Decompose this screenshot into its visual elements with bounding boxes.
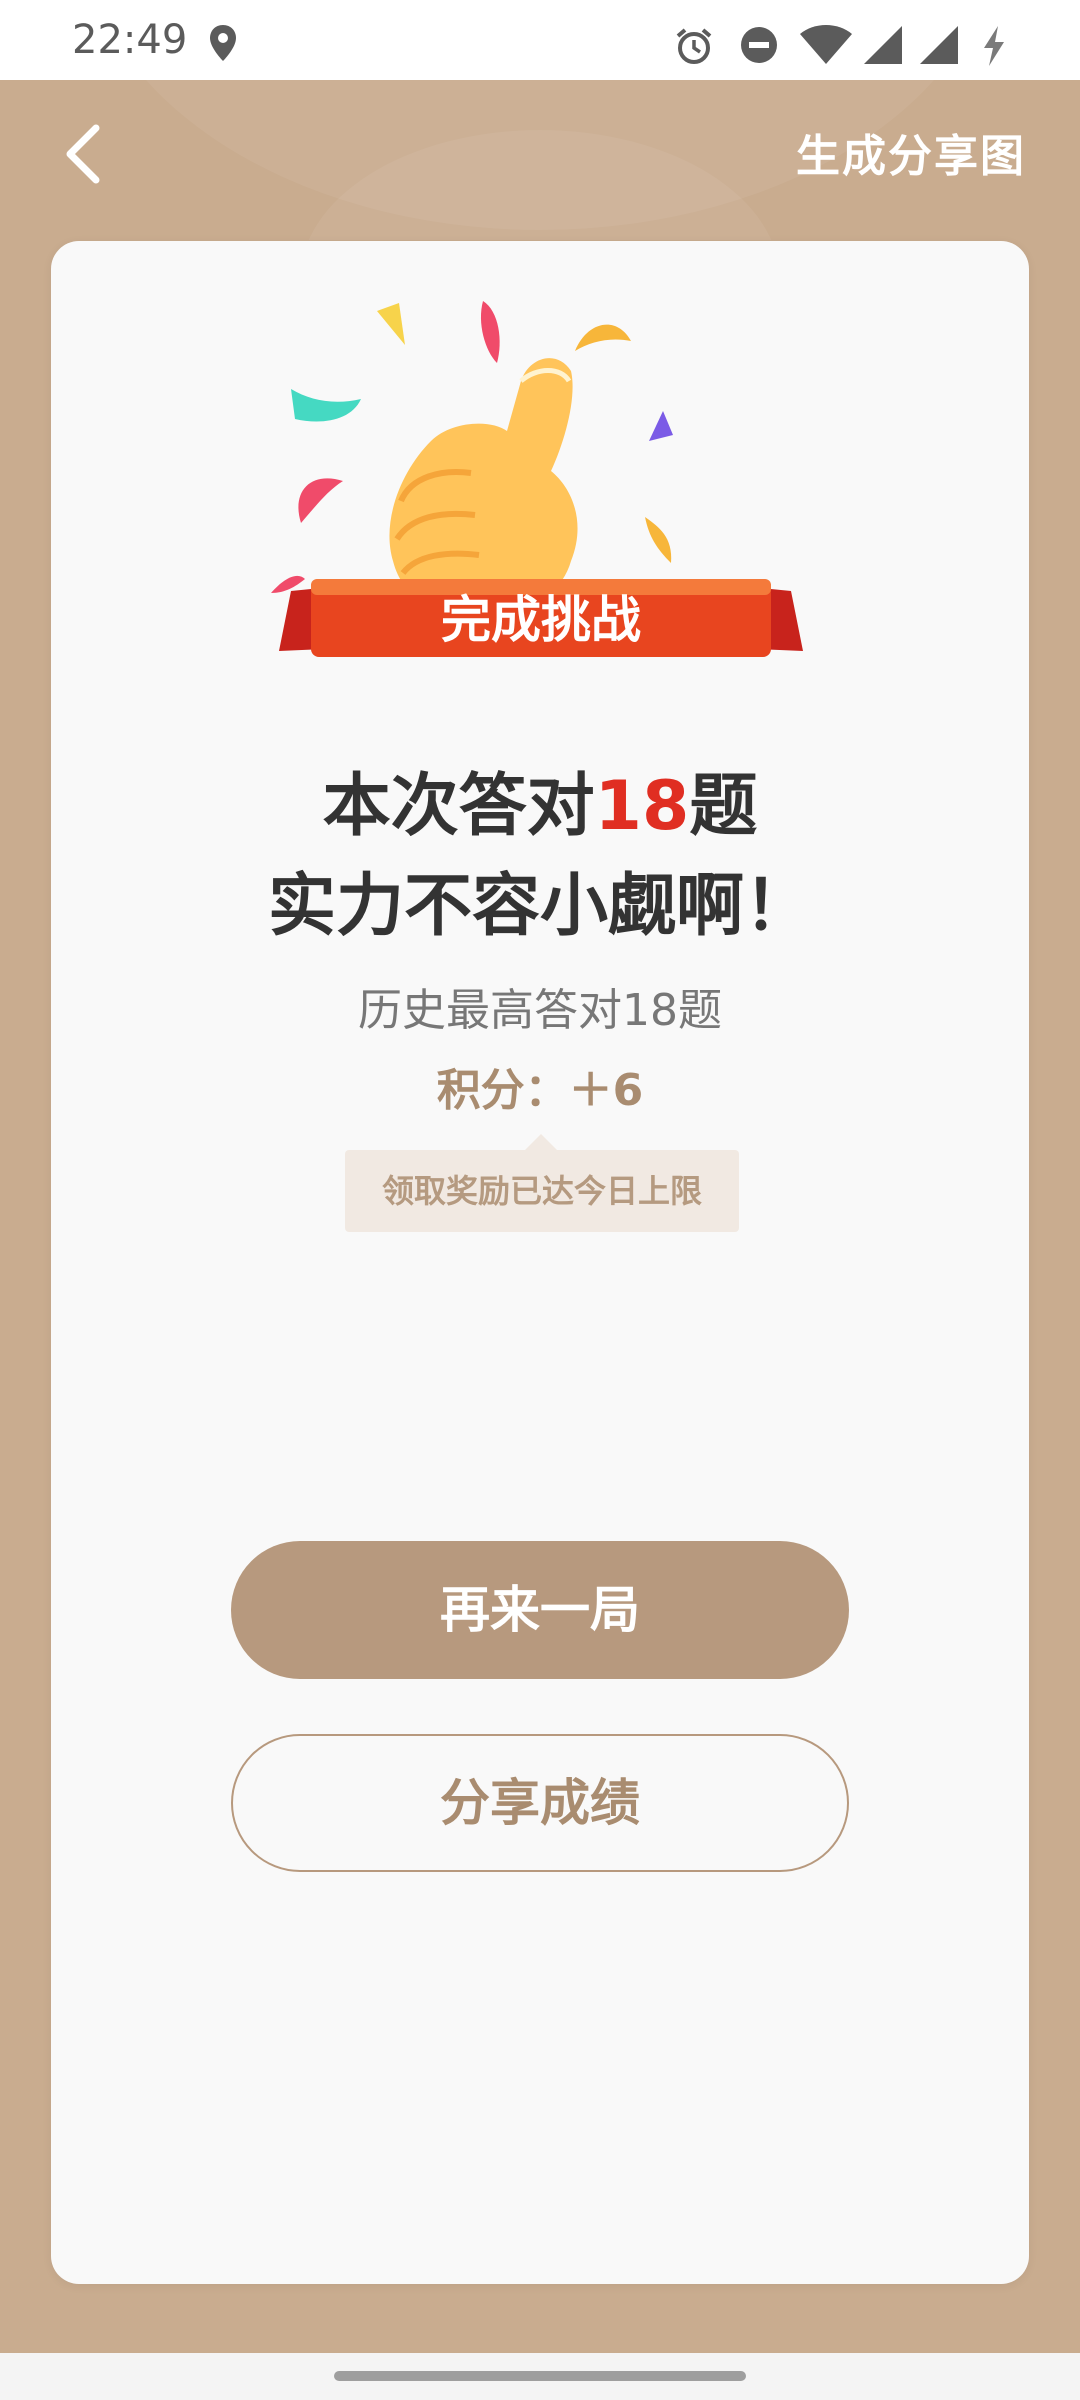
reward-limit-tip: 领取奖励已达今日上限	[345, 1134, 739, 1232]
badge-text: 完成挑战	[441, 591, 641, 649]
gesture-handle[interactable]	[334, 2371, 746, 2381]
status-time: 22:49	[72, 17, 188, 63]
play-again-button[interactable]: 再来一局	[231, 1541, 849, 1679]
do-not-disturb-icon	[740, 26, 778, 68]
signal-icon-2	[918, 24, 960, 70]
result-headline-line2: 实力不容小觑啊！	[267, 867, 812, 946]
alarm-icon	[674, 26, 714, 70]
headline-suffix: 题	[689, 767, 758, 846]
generate-share-image-button[interactable]: 生成分享图	[796, 120, 1026, 184]
result-headline-line1: 本次答对18题	[51, 767, 1029, 847]
location-pin-icon	[208, 24, 238, 66]
back-button[interactable]	[52, 114, 122, 194]
points-earned: 积分：＋6	[436, 1065, 644, 1116]
navigation-bar	[0, 2353, 1080, 2400]
battery-charging-icon	[980, 24, 1008, 72]
share-score-button[interactable]: 分享成绩	[231, 1734, 849, 1872]
chevron-left-icon	[66, 124, 100, 184]
best-record: 历史最高答对18题	[358, 985, 722, 1036]
header: 生成分享图	[0, 80, 1080, 240]
thumbs-up-illustration: 完成挑战	[271, 301, 811, 721]
headline-prefix: 本次答对	[322, 767, 595, 846]
status-bar: 22:49	[0, 0, 1080, 80]
wifi-icon	[798, 24, 854, 70]
result-card: 完成挑战 本次答对18题 实力不容小觑啊！ 历史最高答对18题 积分：＋6 领取…	[51, 241, 1029, 2284]
correct-count: 18	[594, 767, 690, 846]
signal-icon	[862, 24, 904, 70]
